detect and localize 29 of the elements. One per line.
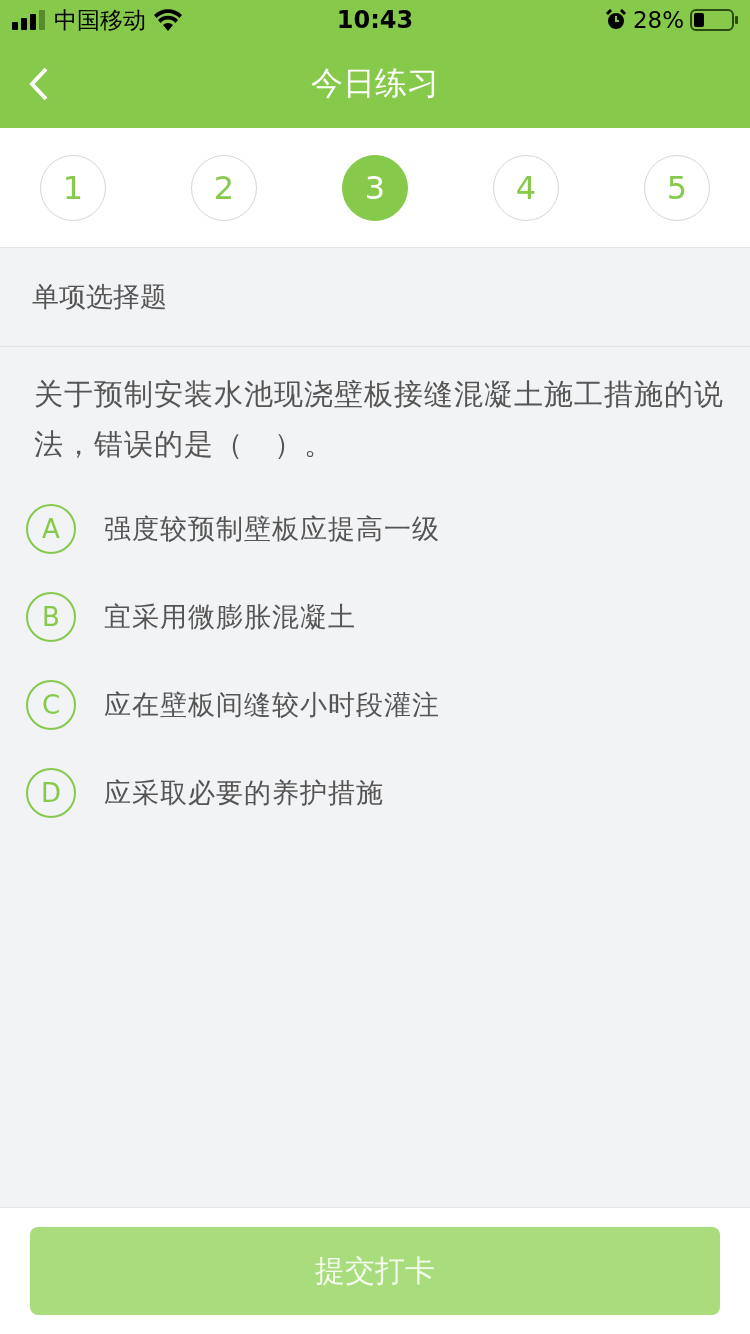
option-letter-badge: D xyxy=(26,768,76,818)
signal-icon xyxy=(12,10,46,30)
question-number-tab[interactable]: 5 xyxy=(644,154,710,221)
page-title: 今日练习 xyxy=(311,63,439,104)
option-text: 应采取必要的养护措施 xyxy=(104,776,384,810)
question-number-tab[interactable]: 4 xyxy=(493,154,559,221)
question-number-tab[interactable]: 1 xyxy=(40,154,106,221)
clock-time: 10:43 xyxy=(336,6,414,34)
answer-option[interactable]: B 宜采用微膨胀混凝土 xyxy=(26,573,356,661)
wifi-icon xyxy=(154,9,182,31)
answer-option[interactable]: A 强度较预制壁板应提高一级 xyxy=(26,485,440,573)
question-number-tab[interactable]: 2 xyxy=(191,154,257,221)
back-button[interactable] xyxy=(28,66,50,102)
question-number-tab[interactable]: 3 xyxy=(342,154,408,221)
option-text: 强度较预制壁板应提高一级 xyxy=(104,512,440,546)
back-icon xyxy=(28,66,50,102)
answer-option[interactable]: D 应采取必要的养护措施 xyxy=(26,749,384,837)
option-text: 宜采用微膨胀混凝土 xyxy=(104,600,356,634)
answer-option[interactable]: C 应在壁板间缝较小时段灌注 xyxy=(26,661,440,749)
option-letter-badge: A xyxy=(26,504,76,554)
carrier-name: 中国移动 xyxy=(54,5,146,35)
option-letter-badge: B xyxy=(26,592,76,642)
alarm-icon xyxy=(604,9,627,31)
battery-percent: 28% xyxy=(632,7,684,33)
option-letter-badge: C xyxy=(26,680,76,730)
question-text: 关于预制安装水池现浇壁板接缝混凝土施工措施的说法，错误的是（ ）。 xyxy=(33,376,725,463)
battery-icon xyxy=(690,9,738,31)
option-text: 应在壁板间缝较小时段灌注 xyxy=(104,688,440,722)
question-type-label: 单项选择题 xyxy=(32,280,167,314)
